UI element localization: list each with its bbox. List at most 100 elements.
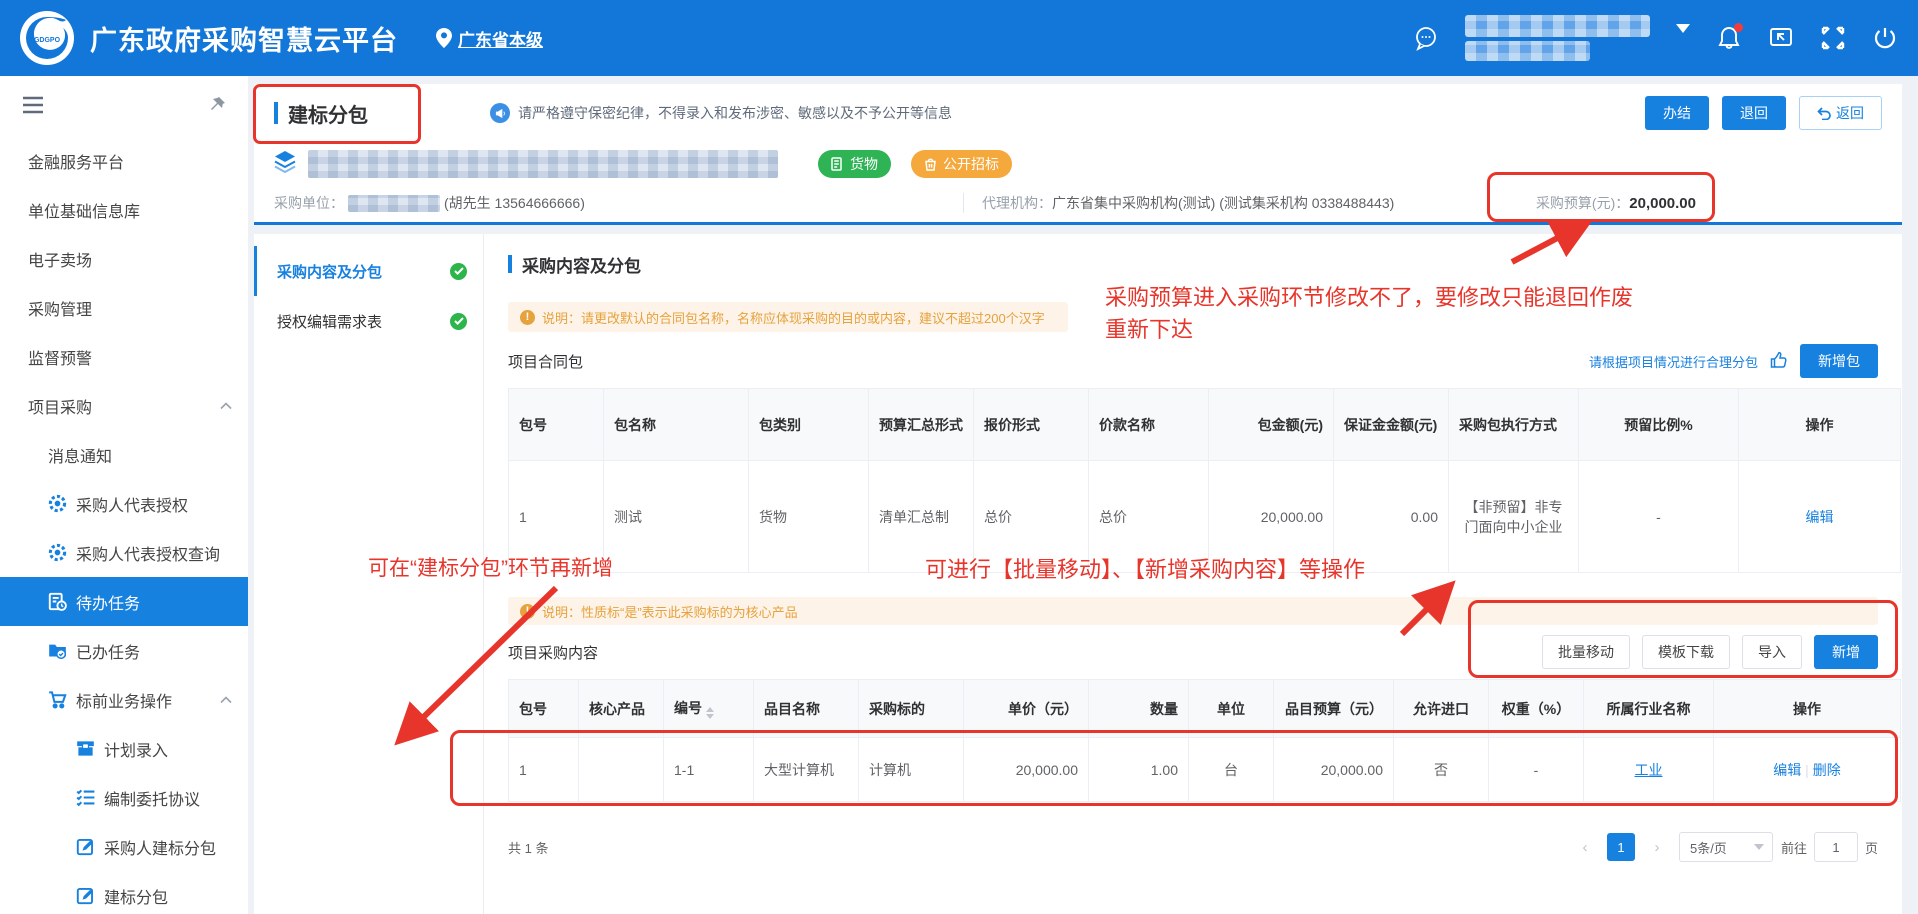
chevron-up-icon: [220, 402, 232, 410]
contract-package-note: ! 说明：请更改默认的合同包名称，名称应体现采购的目的或内容，建议不超过200个…: [508, 302, 1068, 332]
gear-icon: [48, 494, 67, 513]
table-row: 1 测试 货物 清单汇总制 总价 总价 20,000.00 0.00 【非预留】…: [509, 461, 1901, 573]
batch-move-button[interactable]: 批量移动: [1542, 635, 1630, 669]
todo-list-icon: [48, 592, 67, 611]
svg-text:GDGPO: GDGPO: [34, 37, 61, 44]
sidebar-item-done-tasks[interactable]: 已办任务: [0, 626, 248, 675]
sidebar-item-procurement-mgmt[interactable]: 采购管理: [0, 283, 248, 332]
cart-icon: [48, 690, 67, 709]
table-row: 1 1-1 大型计算机 计算机 20,000.00 1.00 台 20,000.…: [509, 738, 1901, 802]
sidebar-item-rep-authorization-query[interactable]: 采购人代表授权查询: [0, 528, 248, 577]
sidebar-item-pre-bid-operations[interactable]: 标前业务操作: [0, 675, 248, 724]
gdgpo-logo: GDGPO: [20, 11, 74, 65]
add-content-button[interactable]: 新增: [1814, 635, 1878, 669]
top-header-bar: GDGPO 广东政府采购智慧云平台 广东省本级: [0, 0, 1918, 76]
collapse-menu-icon[interactable]: [22, 96, 44, 117]
goto-label: 前往: [1781, 838, 1807, 857]
purchaser-label: 采购单位：: [274, 193, 344, 213]
budget-value: 20,000.00: [1629, 195, 1696, 212]
sidebar-item-project-procurement[interactable]: 项目采购: [0, 381, 248, 430]
checklist-icon: [76, 788, 95, 807]
add-package-button[interactable]: 新增包: [1800, 344, 1878, 378]
open-tender-icon: [924, 157, 937, 171]
tab-panel: 采购内容及分包 ! 说明：请更改默认的合同包名称，名称应体现采购的目的或内容，建…: [484, 234, 1902, 914]
agency-value: 广东省集中采购机构(测试) (测试集采机构 0338488443): [1052, 193, 1394, 213]
edit-square-icon: [76, 886, 95, 905]
notification-bell-icon[interactable]: [1716, 25, 1742, 51]
return-arrow-icon: [1817, 107, 1831, 120]
screen-share-icon[interactable]: [1768, 25, 1794, 51]
edit-item-link[interactable]: 编辑: [1773, 762, 1801, 778]
location-pin-icon: [436, 28, 452, 48]
pagination-bar: 共 1 条 ‹ 1 › 5条/页 前往 页: [508, 830, 1878, 864]
message-bubble-icon[interactable]: [1413, 25, 1439, 51]
fullscreen-icon[interactable]: [1820, 25, 1846, 51]
procurement-content-title: 项目采购内容: [508, 642, 598, 663]
check-circle-icon: [450, 263, 467, 280]
contract-package-title: 项目合同包: [508, 351, 583, 372]
page-unit-label: 页: [1865, 838, 1878, 857]
goto-page-input[interactable]: [1814, 832, 1858, 862]
folder-check-icon: [48, 641, 67, 660]
edit-square-icon: [76, 837, 95, 856]
info-icon: !: [520, 310, 535, 325]
sidebar-item-message-notice[interactable]: 消息通知: [0, 430, 248, 479]
edit-package-link[interactable]: 编辑: [1806, 509, 1834, 525]
industry-link[interactable]: 工业: [1635, 762, 1663, 778]
thumbs-up-icon: [1770, 351, 1788, 372]
project-type-badge: 货物: [818, 150, 891, 178]
logout-power-icon[interactable]: [1872, 25, 1898, 51]
region-selector[interactable]: 广东省本级: [436, 26, 543, 51]
check-circle-icon: [450, 313, 467, 330]
procurement-content-table: 包号 核心产品 编号 品目名称 采购标的 单价（元） 数量 单位 品目预算（元）…: [508, 679, 1901, 802]
current-page-button[interactable]: 1: [1607, 833, 1635, 861]
sidebar-item-rep-authorization[interactable]: 采购人代表授权: [0, 479, 248, 528]
table-header-row: 包号 包名称 包类别 预算汇总形式 报价形式 价款名称 包金额(元) 保证金金额…: [509, 389, 1901, 461]
prev-page-button[interactable]: ‹: [1571, 833, 1599, 861]
main-content: 建标分包 请严格遵守保密纪律，不得录入和发布涉密、敏感以及不予公开等信息 办结 …: [248, 76, 1918, 914]
sidebar-item-e-marketplace[interactable]: 电子卖场: [0, 234, 248, 283]
sidebar-item-unit-info-base[interactable]: 单位基础信息库: [0, 185, 248, 234]
goods-doc-icon: [831, 157, 844, 171]
tab-requirement-form[interactable]: 授权编辑需求表: [254, 296, 483, 346]
import-button[interactable]: 导入: [1742, 635, 1802, 669]
sidebar-item-plan-entry[interactable]: 计划录入: [0, 724, 248, 773]
sidebar-item-entrust-agreement[interactable]: 编制委托协议: [0, 773, 248, 822]
total-count: 共 1 条: [508, 838, 548, 857]
app-window: GDGPO 广东政府采购智慧云平台 广东省本级: [0, 0, 1918, 914]
notification-dot: [1734, 23, 1743, 32]
sidebar-item-supervision-warning[interactable]: 监督预警: [0, 332, 248, 381]
finish-button[interactable]: 办结: [1645, 96, 1709, 130]
sidebar-item-financial-platform[interactable]: 金融服务平台: [0, 136, 248, 185]
secrecy-notice: 请严格遵守保密纪律，不得录入和发布涉密、敏感以及不予公开等信息: [490, 103, 952, 123]
table-header-row: 包号 核心产品 编号 品目名称 采购标的 单价（元） 数量 单位 品目预算（元）…: [509, 680, 1901, 738]
announcement-icon: [490, 103, 510, 123]
page-title: 建标分包: [274, 99, 368, 128]
split-hint-link[interactable]: 请根据项目情况进行合理分包: [1589, 352, 1758, 371]
page-size-select[interactable]: 5条/页: [1679, 832, 1773, 862]
info-icon: !: [520, 604, 535, 619]
content-card: 采购内容及分包 授权编辑需求表 采购内容及分包 ! 说明：请更改默认的合同包名称…: [254, 234, 1902, 914]
template-download-button[interactable]: 模板下载: [1642, 635, 1730, 669]
sidebar-item-purchaser-bid-split[interactable]: 采购人建标分包: [0, 822, 248, 871]
reject-button[interactable]: 退回: [1722, 96, 1786, 130]
core-product-note: ! 说明：性质标“是”表示此采购标的为核心产品: [508, 597, 1878, 625]
back-button[interactable]: 返回: [1799, 96, 1882, 130]
budget-label: 采购预算(元)：: [1536, 193, 1629, 213]
step-tabs: 采购内容及分包 授权编辑需求表: [254, 234, 484, 914]
contract-package-table: 包号 包名称 包类别 预算汇总形式 报价形式 价款名称 包金额(元) 保证金金额…: [508, 388, 1901, 573]
tab-procurement-content[interactable]: 采购内容及分包: [254, 246, 483, 296]
region-name: 广东省本级: [458, 26, 543, 51]
sort-icon[interactable]: [706, 707, 714, 719]
user-name-redacted[interactable]: [1465, 15, 1650, 61]
delete-item-link[interactable]: 删除: [1813, 762, 1841, 778]
archive-box-icon: [76, 739, 95, 758]
gear-icon: [48, 543, 67, 562]
sidebar-item-todo-tasks[interactable]: 待办任务: [0, 577, 248, 626]
user-menu-caret-icon[interactable]: [1676, 24, 1690, 33]
project-name-redacted: [308, 150, 778, 178]
pin-sidebar-icon[interactable]: [208, 96, 226, 117]
sidebar-item-bid-split[interactable]: 建标分包: [0, 871, 248, 914]
sidebar-nav: 金融服务平台 单位基础信息库 电子卖场 采购管理 监督预警 项目采购 消息通知 …: [0, 76, 248, 914]
next-page-button[interactable]: ›: [1643, 833, 1671, 861]
